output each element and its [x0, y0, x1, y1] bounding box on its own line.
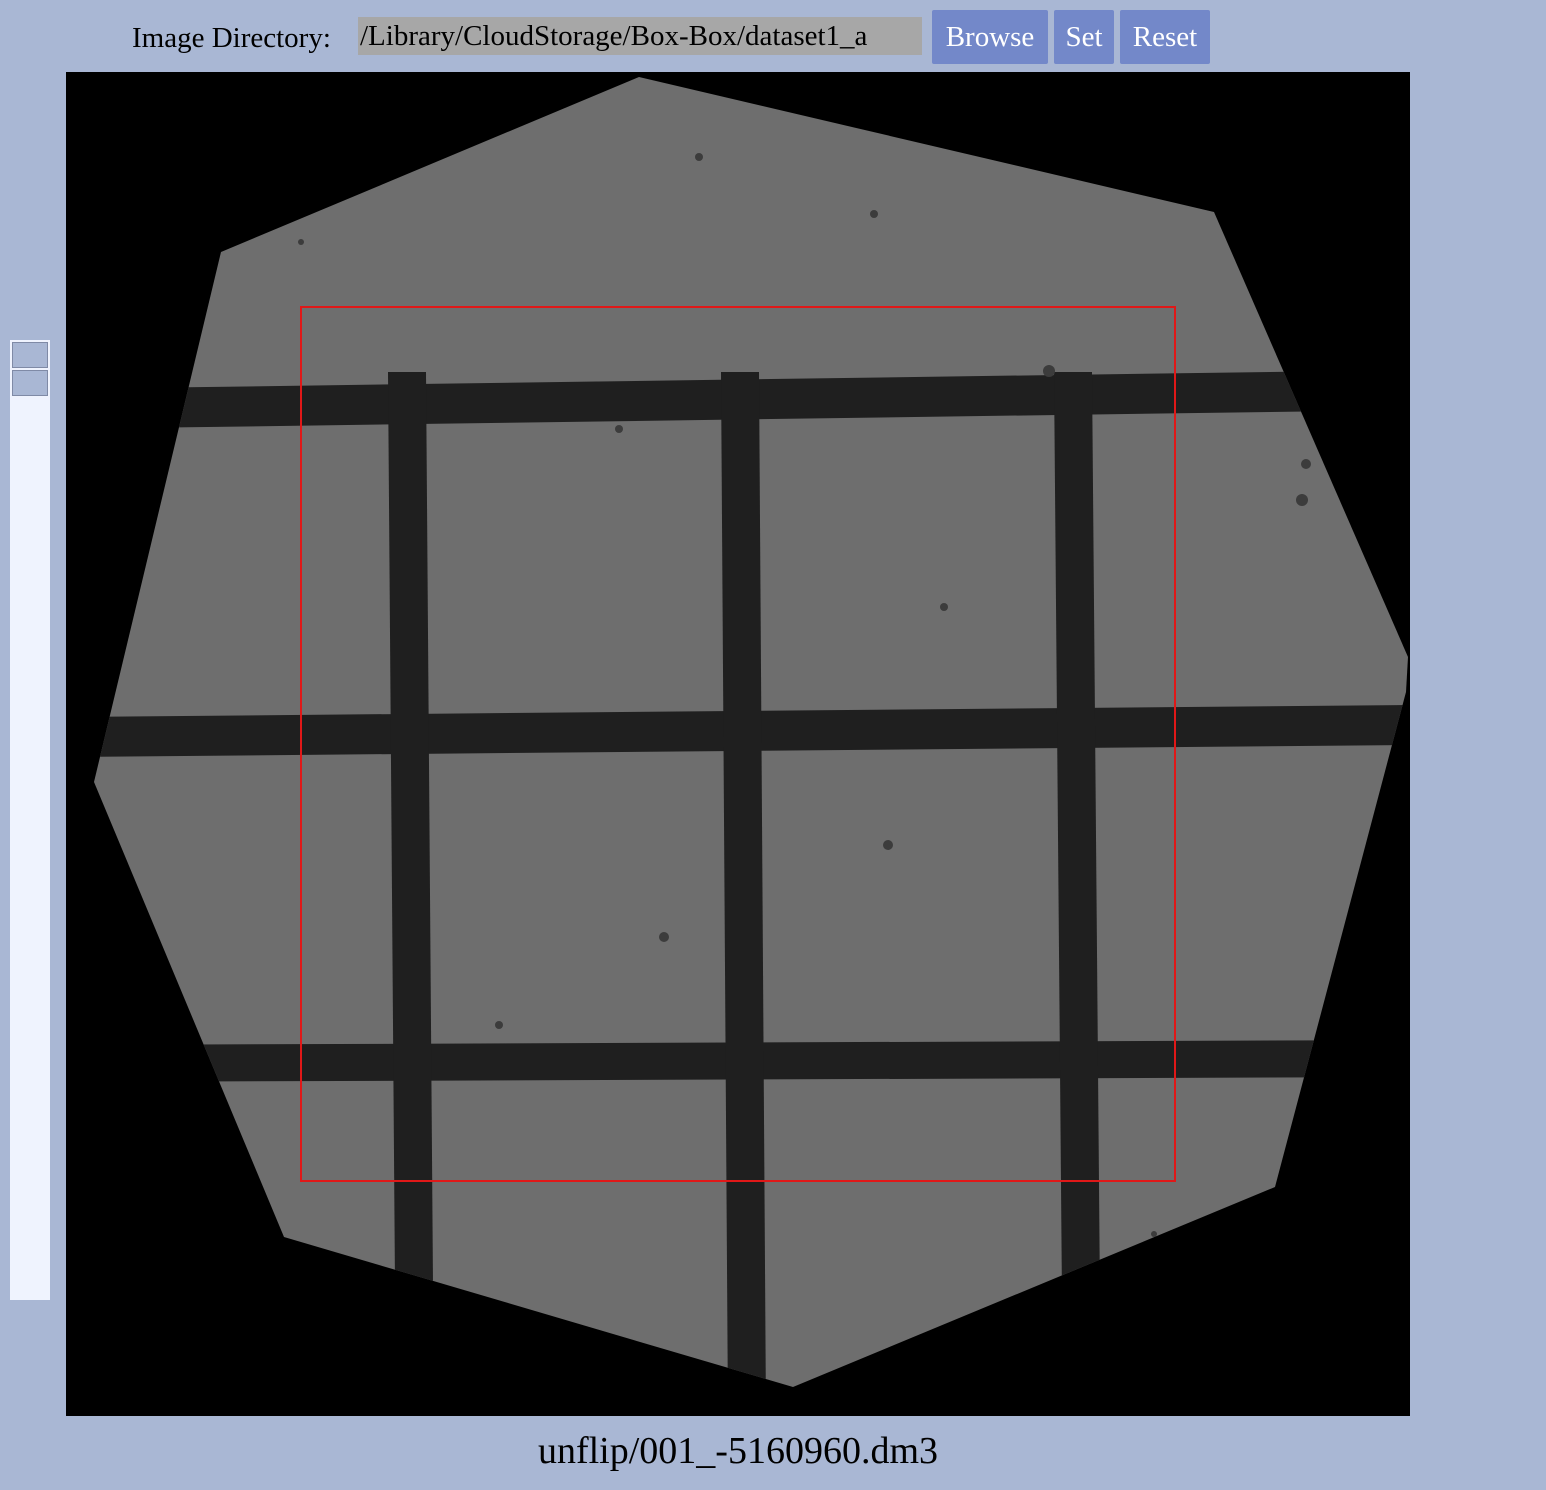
image-viewer[interactable] [66, 72, 1410, 1416]
set-button[interactable]: Set [1054, 10, 1114, 64]
browse-button[interactable]: Browse [932, 10, 1048, 64]
toolbar: Image Directory: Browse Set Reset [0, 0, 1546, 72]
slider-handle-lower[interactable] [12, 370, 48, 396]
image-directory-label: Image Directory: [132, 22, 331, 54]
reset-button[interactable]: Reset [1120, 10, 1210, 64]
vertical-slider-track[interactable] [10, 340, 50, 1300]
image-filename: unflip/001_-5160960.dm3 [537, 1430, 939, 1472]
slider-handle-upper[interactable] [12, 342, 48, 368]
image-directory-input[interactable] [358, 17, 922, 55]
selection-rectangle[interactable] [300, 306, 1176, 1182]
